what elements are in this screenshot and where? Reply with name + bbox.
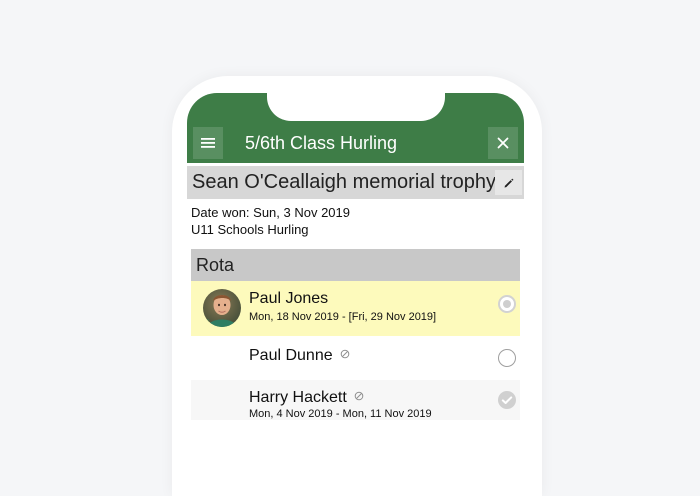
not-available-icon <box>354 391 364 401</box>
pencil-icon <box>504 178 513 187</box>
not-available-icon <box>340 349 350 359</box>
device-notch <box>267 93 445 121</box>
pending-status-radio[interactable] <box>498 349 516 367</box>
person-name: Paul Jones <box>249 290 329 307</box>
person-dates: Mon, 4 Nov 2019 - Mon, 11 Nov 2019 <box>249 408 432 420</box>
avatar <box>203 289 241 327</box>
rota-row-paul-jones[interactable]: Paul Jones Mon, 18 Nov 2019 - [Fri, 29 N… <box>191 281 520 336</box>
person-name-wrap: Paul Dunne <box>249 346 350 366</box>
edit-trophy-button[interactable] <box>495 170 522 195</box>
close-icon <box>497 137 509 149</box>
player-photo <box>203 289 241 327</box>
current-status-radio[interactable] <box>498 295 516 313</box>
rota-row-harry-hackett[interactable]: Harry Hackett Mon, 4 Nov 2019 - Mon, 11 … <box>191 380 520 420</box>
date-won-text: Date won: Sun, 3 Nov 2019 <box>191 205 350 220</box>
app-bar: 5/6th Class Hurling <box>187 93 524 163</box>
check-icon <box>501 396 513 404</box>
person-name: Harry Hackett <box>249 389 347 406</box>
rota-row-paul-dunne[interactable]: Paul Dunne <box>191 337 520 380</box>
rota-section-header: Rota <box>191 249 520 281</box>
rota-title: Rota <box>196 255 235 275</box>
menu-button[interactable] <box>193 127 223 159</box>
competition-text: U11 Schools Hurling <box>191 222 309 237</box>
app-title: 5/6th Class Hurling <box>245 133 398 153</box>
close-button[interactable] <box>488 127 518 159</box>
trophy-title: Sean O'Ceallaigh memorial trophy <box>192 171 496 193</box>
trophy-header: Sean O'Ceallaigh memorial trophy <box>187 166 524 199</box>
app-screen: 5/6th Class Hurling Sean O'Ceallaigh mem… <box>187 93 524 420</box>
person-dates: Mon, 18 Nov 2019 - [Fri, 29 Nov 2019] <box>249 311 437 323</box>
completed-status-check[interactable] <box>498 391 516 409</box>
menu-icon <box>201 138 215 148</box>
person-name-wrap: Harry Hackett <box>249 388 364 408</box>
person-name: Paul Dunne <box>249 347 333 364</box>
